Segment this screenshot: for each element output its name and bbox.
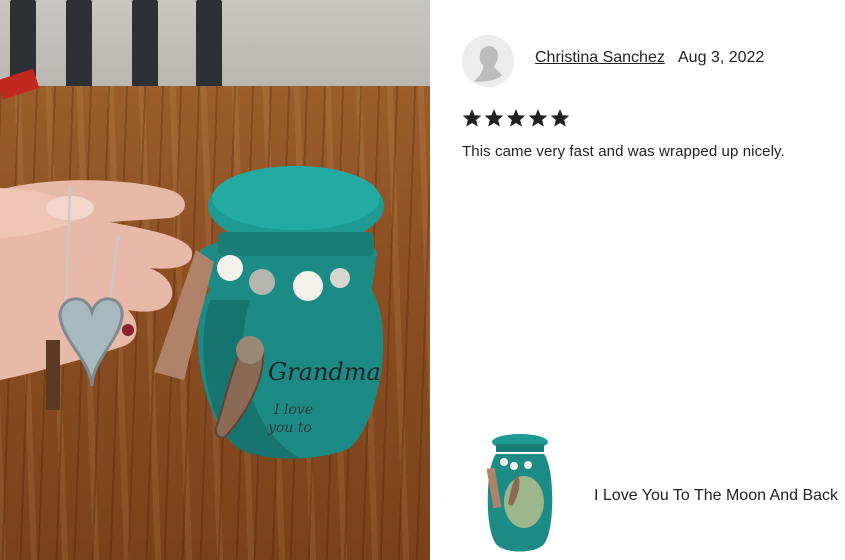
- svg-text:Grandma: Grandma: [268, 358, 381, 386]
- review-date: Aug 3, 2022: [678, 49, 765, 66]
- star-icon: [550, 109, 570, 127]
- star-rating: [462, 108, 570, 128]
- review-text: This came very fast and was wrapped up n…: [462, 143, 785, 160]
- review-photo[interactable]: Grandma I love you to: [0, 0, 430, 560]
- item-title-link[interactable]: I Love You To The Moon And Back: [594, 487, 838, 505]
- urn-thumbnail-icon: [486, 434, 553, 552]
- reviewer-avatar[interactable]: [462, 35, 514, 87]
- default-avatar-icon: [462, 35, 514, 87]
- item-thumbnail[interactable]: [482, 432, 558, 558]
- star-icon: [506, 109, 526, 127]
- review-panel: Christina Sanchez Aug 3, 2022 This came …: [430, 0, 845, 560]
- urn-illustration: Grandma I love you to: [154, 166, 384, 459]
- photo-scene: Grandma I love you to: [0, 166, 384, 459]
- reviewer-name-link[interactable]: Christina Sanchez: [535, 49, 665, 67]
- star-icon: [484, 109, 504, 127]
- svg-text:you to: you to: [267, 420, 312, 436]
- svg-text:I love: I love: [273, 402, 313, 418]
- star-icon: [528, 109, 548, 127]
- star-icon: [462, 109, 482, 127]
